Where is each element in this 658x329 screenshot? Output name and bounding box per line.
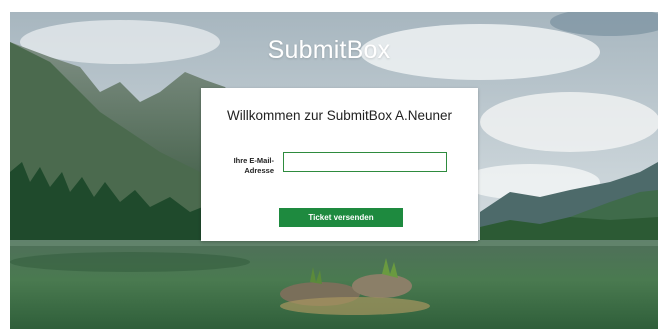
- submit-ticket-button[interactable]: Ticket versenden: [279, 208, 403, 227]
- email-input[interactable]: [283, 152, 447, 172]
- email-label: Ihre E-Mail-Adresse: [233, 156, 274, 175]
- login-card: Willkommen zur SubmitBox A.Neuner Ihre E…: [201, 88, 478, 241]
- brand-title: SubmitBox: [267, 36, 391, 64]
- welcome-heading: Willkommen zur SubmitBox A.Neuner: [226, 108, 453, 123]
